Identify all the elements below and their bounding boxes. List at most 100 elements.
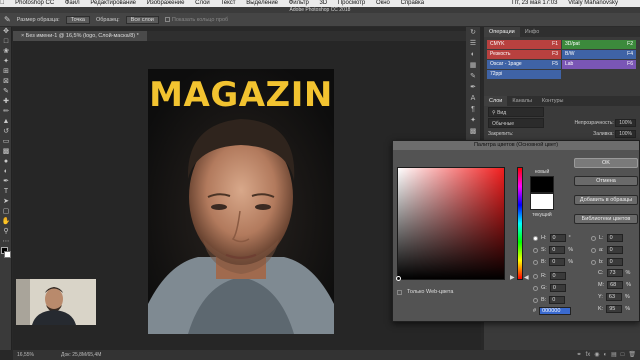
l-radio[interactable] bbox=[591, 235, 596, 241]
quick-select-tool-icon[interactable]: ✦ bbox=[0, 57, 12, 67]
brush-tool-icon[interactable]: ✏ bbox=[0, 107, 12, 117]
link-layers-icon[interactable]: ⚭ bbox=[577, 350, 582, 360]
background-color-swatch[interactable] bbox=[4, 251, 11, 258]
action-item[interactable]: B/W F4 bbox=[562, 50, 636, 59]
sample-select[interactable]: Все слои bbox=[125, 15, 159, 24]
path-select-tool-icon[interactable]: ➤ bbox=[0, 197, 12, 207]
fx-icon[interactable]: fx bbox=[586, 350, 591, 360]
tab-paths[interactable]: Контуры bbox=[537, 96, 569, 106]
menu-layers[interactable]: Слои bbox=[195, 0, 210, 6]
move-tool-icon[interactable]: ✥ bbox=[0, 27, 12, 37]
cancel-button[interactable]: Отмена bbox=[574, 176, 638, 186]
saturation-brightness-field[interactable] bbox=[396, 167, 505, 281]
libraries-icon[interactable]: ▩ bbox=[466, 126, 480, 137]
eyedropper-tool-icon[interactable]: ✎ bbox=[4, 15, 11, 24]
a-radio[interactable] bbox=[591, 247, 596, 253]
show-ring-checkbox[interactable] bbox=[164, 16, 170, 22]
show-ring-option[interactable]: Показать кольцо проб bbox=[164, 16, 228, 23]
rgb-b-radio[interactable] bbox=[533, 297, 538, 303]
h-radio[interactable] bbox=[533, 235, 538, 241]
r-input[interactable]: 0 bbox=[549, 272, 566, 280]
sample-size-select[interactable]: Точка bbox=[65, 15, 90, 24]
g-radio[interactable] bbox=[533, 285, 538, 291]
frame-tool-icon[interactable]: ⊠ bbox=[0, 77, 12, 87]
type-tool-icon[interactable]: T bbox=[0, 187, 12, 197]
action-item[interactable]: CMYK F1 bbox=[487, 40, 561, 49]
menu-3d[interactable]: 3D bbox=[320, 0, 328, 6]
action-item[interactable]: Lab F6 bbox=[562, 60, 636, 69]
shape-tool-icon[interactable]: ▢ bbox=[0, 207, 12, 217]
rgb-b-input[interactable]: 0 bbox=[549, 296, 566, 304]
lab-b-radio[interactable] bbox=[591, 259, 596, 265]
history-icon[interactable]: ↻ bbox=[466, 27, 480, 38]
layer-kind-select[interactable]: ⚲ Вид bbox=[488, 107, 544, 117]
brush-settings-icon[interactable]: ✎ bbox=[466, 71, 480, 82]
menu-window[interactable]: Окно bbox=[376, 0, 390, 6]
add-to-swatches-button[interactable]: Добавить в образцы bbox=[574, 195, 638, 205]
color-libraries-button[interactable]: Библиотеки цветов bbox=[574, 214, 638, 224]
y-input[interactable]: 63 bbox=[605, 293, 622, 301]
s-input[interactable]: 0 bbox=[549, 246, 566, 254]
hue-slider-left-arrow-icon[interactable]: ▶ bbox=[510, 274, 515, 281]
eyedropper-icon[interactable]: ✎ bbox=[0, 87, 12, 97]
tab-actions[interactable]: Операции bbox=[484, 27, 520, 37]
zoom-tool-icon[interactable]: ⚲ bbox=[0, 227, 12, 237]
b-input[interactable]: 0 bbox=[549, 258, 566, 266]
s-radio[interactable] bbox=[533, 247, 538, 253]
lab-b-input[interactable]: 0 bbox=[606, 258, 623, 266]
paths-icon[interactable]: ✒ bbox=[466, 82, 480, 93]
menu-photoshop[interactable]: Photoshop CC bbox=[15, 0, 54, 6]
healing-brush-icon[interactable]: ✚ bbox=[0, 97, 12, 107]
web-only-colors-option[interactable]: Только Web-цвета bbox=[397, 289, 453, 295]
action-item[interactable]: Oscar - 1page F5 bbox=[487, 60, 561, 69]
fill-input[interactable]: 100% bbox=[615, 130, 636, 138]
a-input[interactable]: 0 bbox=[606, 246, 623, 254]
document-size-info[interactable]: Док: 25,8M/65,4M bbox=[61, 350, 101, 360]
styles-icon[interactable]: ✦ bbox=[466, 115, 480, 126]
menu-edit[interactable]: Редактирование bbox=[90, 0, 136, 6]
new-layer-icon[interactable]: □ bbox=[621, 350, 625, 360]
swatches-icon[interactable]: ▦ bbox=[466, 60, 480, 71]
opacity-input[interactable]: 100% bbox=[615, 119, 636, 127]
menu-view[interactable]: Просмотр bbox=[338, 0, 365, 6]
eraser-tool-icon[interactable]: ▭ bbox=[0, 137, 12, 147]
paragraph-icon[interactable]: ¶ bbox=[466, 104, 480, 115]
history-brush-icon[interactable]: ↺ bbox=[0, 127, 12, 137]
document-canvas[interactable]: MAGAZIN bbox=[148, 69, 334, 334]
k-input[interactable]: 95 bbox=[606, 305, 623, 313]
g-input[interactable]: 0 bbox=[549, 284, 566, 292]
menubar-user[interactable]: Vitaly Mahanovsky bbox=[568, 0, 618, 6]
dodge-tool-icon[interactable]: ◐ bbox=[0, 167, 12, 177]
action-item[interactable]: 72ppi bbox=[487, 70, 561, 79]
c-input[interactable]: 73 bbox=[606, 269, 623, 277]
web-only-checkbox[interactable] bbox=[397, 289, 402, 295]
color-marker[interactable] bbox=[396, 276, 401, 281]
more-tools-icon[interactable]: ⋯ bbox=[0, 237, 12, 247]
apple-icon[interactable]:  bbox=[0, 0, 5, 6]
menu-help[interactable]: Справка bbox=[401, 0, 425, 6]
tab-layers[interactable]: Слои bbox=[484, 96, 508, 106]
current-color-swatch[interactable] bbox=[530, 193, 554, 210]
character-icon[interactable]: A bbox=[466, 93, 480, 104]
tab-info[interactable]: Инфо bbox=[520, 27, 545, 37]
menu-select[interactable]: Выделение bbox=[246, 0, 278, 6]
blend-mode-select[interactable]: Обычные bbox=[488, 118, 544, 128]
menu-file[interactable]: Файл bbox=[65, 0, 80, 6]
stamp-tool-icon[interactable]: ▲ bbox=[0, 117, 12, 127]
tab-channels[interactable]: Каналы bbox=[507, 96, 537, 106]
b-radio[interactable] bbox=[533, 259, 538, 265]
hand-tool-icon[interactable]: ✋ bbox=[0, 217, 12, 227]
adjustment-layer-icon[interactable]: ◐ bbox=[603, 350, 607, 360]
l-input[interactable]: 0 bbox=[606, 234, 623, 242]
hex-input[interactable]: 000000 bbox=[539, 307, 572, 315]
lasso-tool-icon[interactable]: ❀ bbox=[0, 47, 12, 57]
trash-icon[interactable]: 🗑 bbox=[628, 350, 636, 360]
blur-tool-icon[interactable]: ● bbox=[0, 157, 12, 167]
mask-icon[interactable]: ◉ bbox=[594, 350, 599, 360]
gradient-tool-icon[interactable]: ▩ bbox=[0, 147, 12, 157]
group-icon[interactable]: ▤ bbox=[611, 350, 617, 360]
menu-image[interactable]: Изображение bbox=[147, 0, 185, 6]
properties-icon[interactable]: ☰ bbox=[466, 38, 480, 49]
hue-slider[interactable] bbox=[517, 167, 523, 280]
crop-tool-icon[interactable]: ⊞ bbox=[0, 67, 12, 77]
